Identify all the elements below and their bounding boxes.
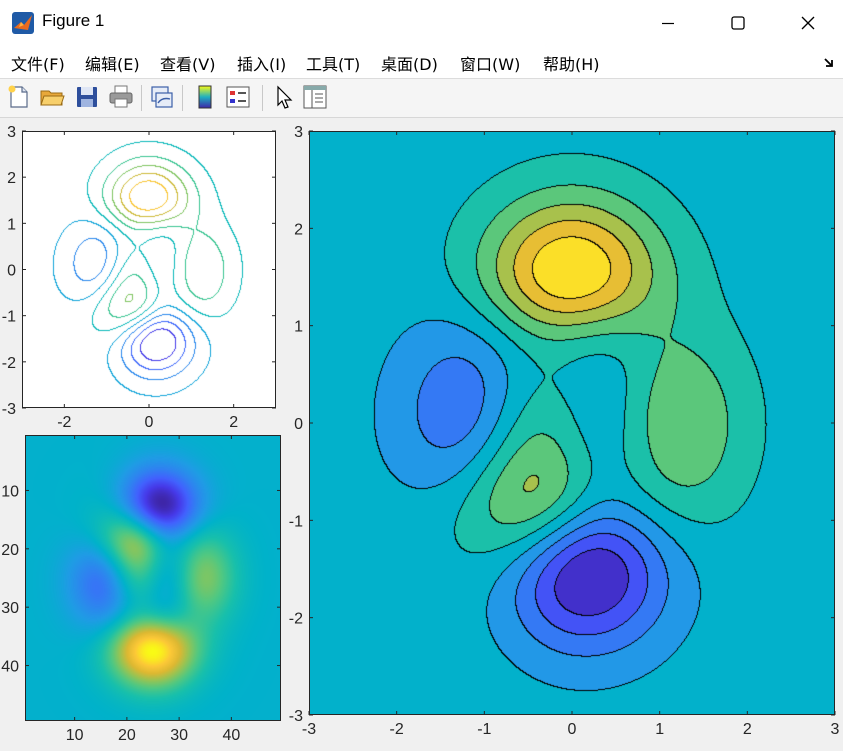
toolbar-separator xyxy=(182,85,183,111)
y-tick-label: -1 xyxy=(2,309,16,326)
menu-insert[interactable]: 插入(I) xyxy=(237,51,286,75)
y-tick-label: 3 xyxy=(7,124,16,141)
toolbar-separator xyxy=(262,85,263,111)
close-button[interactable] xyxy=(773,0,843,46)
heatmap-image xyxy=(25,435,281,721)
x-tick-label: -2 xyxy=(390,721,404,738)
toolbar xyxy=(0,79,843,118)
minimize-button[interactable] xyxy=(633,0,703,46)
x-tick-label: -2 xyxy=(57,414,71,431)
toolbar-separator xyxy=(141,85,142,111)
heatmap-axes[interactable]: 10 20 30 40 10 20 30 40 xyxy=(1,435,281,744)
insert-colorbar-icon[interactable] xyxy=(191,83,219,111)
y-tick-label: -3 xyxy=(289,708,303,725)
insert-legend-icon[interactable] xyxy=(224,83,252,111)
x-tick-label: 30 xyxy=(170,727,188,744)
filled-contour-axes[interactable]: -3 -2 -1 0 1 2 3 -3 -2 -1 0 1 2 3 xyxy=(289,124,840,738)
x-tick-label: 1 xyxy=(655,721,664,738)
link-plot-icon[interactable] xyxy=(148,83,176,111)
figure-canvas: -2 0 2 -3 -2 -1 0 1 2 3 10 20 30 40 10 20 30 40 -3 -2 -1 0 1… xyxy=(0,118,843,751)
x-tick-label: 0 xyxy=(145,414,154,431)
y-tick-label: -2 xyxy=(289,611,303,628)
y-tick-label: 0 xyxy=(7,263,16,280)
contour-axes[interactable]: -2 0 2 -3 -2 -1 0 1 2 3 xyxy=(2,124,276,431)
x-tick-label: 3 xyxy=(831,721,840,738)
y-tick-label: 1 xyxy=(7,216,16,233)
title-bar: Figure 1 xyxy=(0,0,843,46)
y-tick-label: -2 xyxy=(2,355,16,372)
y-tick-label: 40 xyxy=(1,659,19,676)
y-tick-label: 1 xyxy=(294,319,303,336)
filled-contour-regions xyxy=(309,131,835,715)
y-tick-label: 2 xyxy=(294,221,303,238)
menu-desktop[interactable]: 桌面(D) xyxy=(381,51,438,75)
menu-edit[interactable]: 编辑(E) xyxy=(85,51,140,75)
y-tick-label: 10 xyxy=(1,483,19,500)
property-inspector-icon[interactable] xyxy=(301,83,329,111)
y-tick-label: 30 xyxy=(1,600,19,617)
menu-tools[interactable]: 工具(T) xyxy=(306,51,360,75)
x-tick-label: -1 xyxy=(477,721,491,738)
menu-bar: 文件(F) 编辑(E) 查看(V) 插入(I) 工具(T) 桌面(D) 窗口(W… xyxy=(0,46,843,79)
open-file-icon[interactable] xyxy=(38,83,66,111)
matlab-icon xyxy=(12,12,34,34)
menu-file[interactable]: 文件(F) xyxy=(11,51,65,75)
menu-view[interactable]: 查看(V) xyxy=(160,51,215,75)
x-tick-label: 2 xyxy=(229,414,238,431)
x-tick-label: 10 xyxy=(66,727,84,744)
x-tick-label: 2 xyxy=(743,721,752,738)
x-tick-label: 20 xyxy=(118,727,136,744)
x-tick-label: 0 xyxy=(568,721,577,738)
menu-window[interactable]: 窗口(W) xyxy=(460,51,520,75)
new-figure-icon[interactable] xyxy=(5,83,33,111)
minimize-icon xyxy=(662,22,674,25)
maximize-button[interactable] xyxy=(703,0,773,46)
y-tick-label: 0 xyxy=(294,416,303,433)
y-tick-label: 2 xyxy=(7,170,16,187)
window-title: Figure 1 xyxy=(42,11,105,30)
y-tick-label: -3 xyxy=(2,401,16,418)
close-icon xyxy=(801,16,815,30)
dock-arrow-icon[interactable] xyxy=(823,56,835,68)
maximize-icon xyxy=(731,16,745,30)
figure-plots: -2 0 2-3-2-10123 10 20 30 4010203040 -3 -2 -1 0 1… xyxy=(1,124,840,744)
x-tick-label: 40 xyxy=(222,727,240,744)
y-tick-label: -1 xyxy=(289,513,303,530)
print-icon[interactable] xyxy=(107,83,135,111)
y-tick-label: 3 xyxy=(294,124,303,141)
edit-plot-icon[interactable] xyxy=(270,83,298,111)
y-tick-label: 20 xyxy=(1,542,19,559)
x-tick-label: -3 xyxy=(302,721,316,738)
save-icon[interactable] xyxy=(73,83,101,111)
menu-help[interactable]: 帮助(H) xyxy=(543,51,600,75)
contour-lines xyxy=(22,131,276,408)
